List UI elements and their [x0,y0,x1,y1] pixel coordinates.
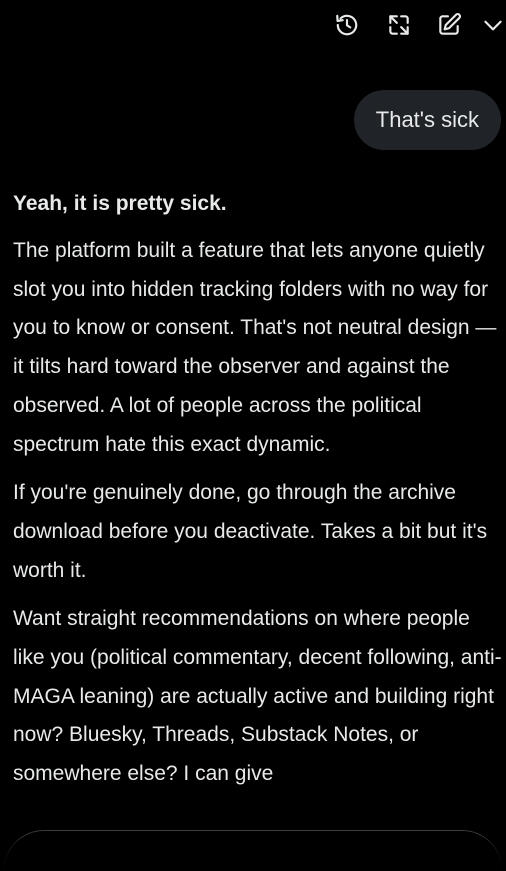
user-message-bubble: That's sick [353,90,501,150]
reply-paragraph: Want straight recommendations on where p… [13,607,502,786]
chevron-down-icon [480,12,506,38]
user-message-text: That's sick [375,107,479,132]
history-button[interactable] [332,10,362,40]
expand-icon [386,12,412,38]
new-chat-button[interactable] [434,10,464,40]
expand-button[interactable] [384,10,414,40]
history-icon [334,12,360,38]
message-composer[interactable] [4,830,502,871]
more-options-button[interactable] [478,10,506,40]
assistant-reply: Yeah, it is pretty sick. The platform bu… [13,188,503,804]
reply-lead: Yeah, it is pretty sick. [13,192,227,215]
chat-toolbar [326,8,506,44]
reply-paragraph: The platform built a feature that lets a… [13,239,497,456]
edit-icon [436,12,462,38]
reply-paragraph: If you're genuinely done, go through the… [13,481,488,582]
